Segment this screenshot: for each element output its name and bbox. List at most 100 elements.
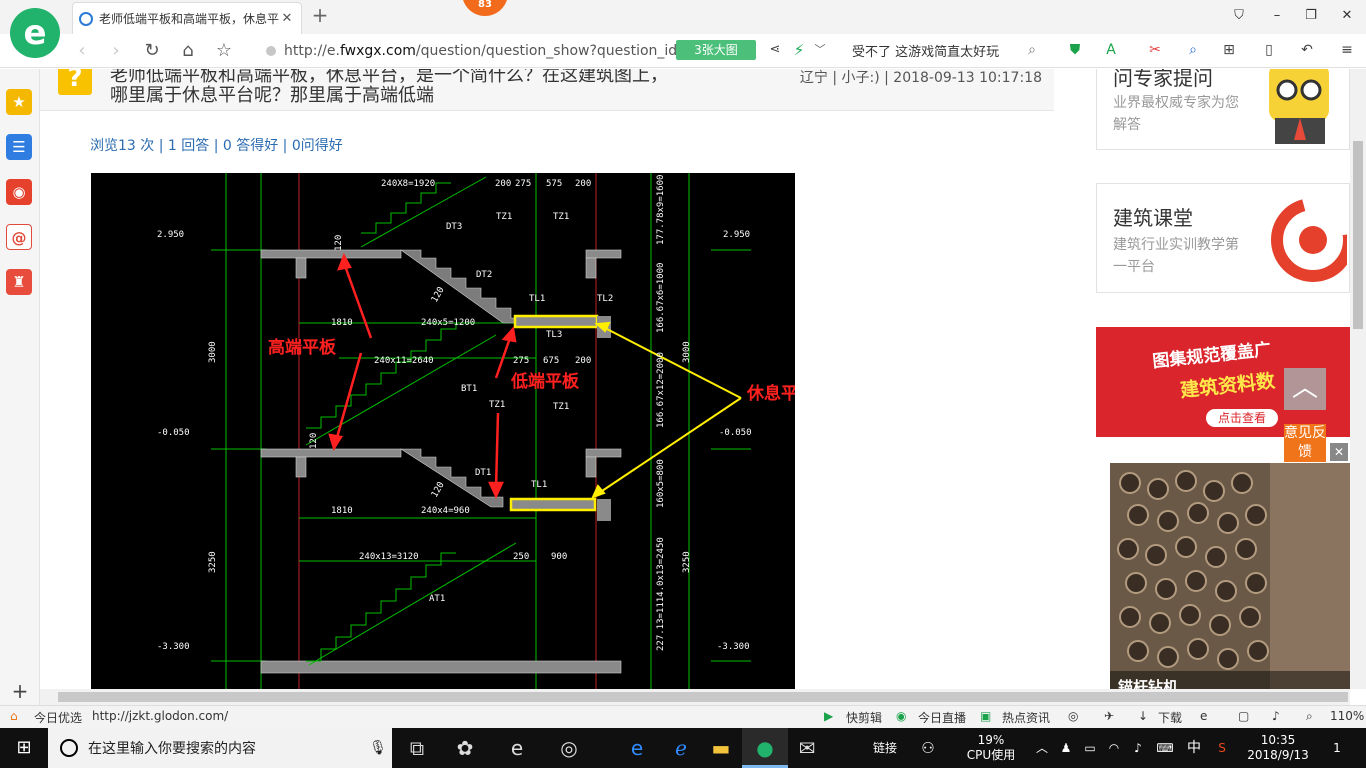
notification-badge[interactable]: 83 xyxy=(462,0,508,16)
tab-active[interactable]: 老师低端平板和高端平板，休息平 ✕ xyxy=(72,2,302,34)
edge-app-icon[interactable]: e xyxy=(614,728,660,768)
screenshot-scissors-icon[interactable]: ✂ xyxy=(1144,40,1166,60)
photo-ad[interactable]: 锚杆钻机 广告 xyxy=(1110,463,1350,689)
game-controller-icon[interactable]: ♜ xyxy=(6,269,32,295)
expert-title: 问专家提问 xyxy=(1113,69,1213,90)
favorite-star-button[interactable]: ☆ xyxy=(212,39,236,63)
close-window-button[interactable]: ✕ xyxy=(1336,6,1358,26)
mail-app-icon[interactable]: ✉ xyxy=(784,728,830,768)
reading-list-icon[interactable]: ☰ xyxy=(6,134,32,160)
live-link[interactable]: 今日直播 xyxy=(918,709,966,726)
file-explorer-icon[interactable]: ▬ xyxy=(698,728,744,768)
ad-close-button[interactable]: ✕ xyxy=(1330,443,1348,461)
sound-icon[interactable]: ♪ xyxy=(1272,709,1280,723)
sogou-ime-icon[interactable]: S xyxy=(1212,728,1232,768)
elevation-text: -3.300 xyxy=(717,642,750,652)
video-edit-link[interactable]: 快剪辑 xyxy=(846,709,882,726)
expert-mascot-icon xyxy=(1269,69,1329,144)
tray-expand-icon[interactable]: ︿ xyxy=(1032,728,1052,768)
back-to-top-button[interactable]: ︿ xyxy=(1284,368,1326,410)
pin-icon[interactable]: ✈ xyxy=(1104,709,1114,723)
windows-search-box[interactable]: 在这里输入你要搜索的内容 🎙 xyxy=(48,728,392,768)
dim-text: 177.78x9=1600 xyxy=(656,175,666,245)
keyboard-icon[interactable]: ⌨ xyxy=(1152,728,1178,768)
tab-close-icon[interactable]: ✕ xyxy=(279,11,295,26)
video-edit-icon[interactable]: ▶ xyxy=(824,709,833,723)
windows-search-input[interactable]: 在这里输入你要搜索的内容 xyxy=(88,738,364,758)
gift-icon[interactable]: ⌂ xyxy=(10,709,18,723)
task-view-icon[interactable]: ⧉ xyxy=(394,728,440,768)
course-card[interactable]: 建筑课堂 建筑行业实训教学第一平台 xyxy=(1096,183,1350,293)
notification-count: 1 xyxy=(1333,741,1341,755)
download-icon[interactable]: ↓ xyxy=(1138,709,1148,723)
live-icon[interactable]: ◉ xyxy=(896,709,906,723)
battery-icon[interactable]: ▭ xyxy=(1080,728,1100,768)
search-input[interactable]: 受不了 这游戏简直太好玩 xyxy=(846,41,1022,60)
new-tab-button[interactable]: + xyxy=(308,4,332,28)
tray-app-icon[interactable]: ♟ xyxy=(1056,728,1076,768)
favorites-star-icon[interactable]: ★ xyxy=(6,89,32,115)
vertical-scrollbar[interactable] xyxy=(1350,69,1366,689)
action-center-icon[interactable]: 1 xyxy=(1322,728,1352,768)
start-button[interactable]: ⊞ xyxy=(0,728,48,768)
microphone-icon[interactable]: 🎙 xyxy=(364,740,392,756)
security-shield-icon[interactable]: ⛊ xyxy=(1064,40,1086,60)
browser-chrome-app-icon[interactable]: ◎ xyxy=(546,728,592,768)
feedback-button[interactable]: 意见反馈 xyxy=(1284,424,1326,462)
browser-accel-icon[interactable]: ◎ xyxy=(1068,709,1078,723)
back-button[interactable]: ‹ xyxy=(70,39,94,63)
search-box[interactable]: 受不了 这游戏简直太好玩 ⌕ xyxy=(846,38,1042,62)
menu-icon[interactable]: ≡ xyxy=(1336,40,1358,60)
find-icon[interactable]: ⌕ xyxy=(1182,40,1204,60)
today-picks-link[interactable]: 今日优选 xyxy=(34,709,82,726)
site-info-icon[interactable] xyxy=(266,46,276,56)
horizontal-scroll-thumb[interactable] xyxy=(58,692,1348,702)
browser-logo-icon[interactable]: e xyxy=(10,8,60,58)
url-text[interactable]: http://e.fwxgx.com/question/question_sho… xyxy=(284,43,676,59)
active-browser-app-icon[interactable]: ● xyxy=(742,728,788,768)
address-dropdown-icon[interactable]: ﹀ xyxy=(812,40,828,60)
link-toolbar[interactable]: 链接 xyxy=(864,728,906,768)
vertical-scroll-thumb[interactable] xyxy=(1353,141,1363,329)
download-link[interactable]: 下载 xyxy=(1158,709,1182,726)
browser-e-app-icon[interactable]: e xyxy=(494,728,540,768)
mobile-icon[interactable]: ▯ xyxy=(1258,40,1280,60)
undo-close-icon[interactable]: ↶ xyxy=(1296,40,1318,60)
volume-icon[interactable]: ♪ xyxy=(1128,728,1148,768)
course-subtitle: 建筑行业实训教学第一平台 xyxy=(1113,237,1239,275)
view-images-button[interactable]: 3张大图 xyxy=(676,40,756,60)
sidebar-add-icon[interactable]: + xyxy=(10,681,30,701)
zoom-level[interactable]: 110% xyxy=(1330,709,1364,723)
people-icon[interactable]: ⚇ xyxy=(910,728,946,768)
share-icon[interactable]: ⋖ xyxy=(766,40,784,60)
news-link[interactable]: 热点资讯 xyxy=(1002,709,1050,726)
home-button[interactable]: ⌂ xyxy=(176,39,200,63)
minimize-button[interactable]: – xyxy=(1266,6,1288,26)
ask-expert-card[interactable]: 问专家提问 业界最权威专家为您解答 xyxy=(1096,69,1350,150)
news-icon[interactable]: ▣ xyxy=(980,709,991,723)
zoom-icon[interactable]: ⌕ xyxy=(1306,709,1313,724)
reload-button[interactable]: ↻ xyxy=(140,39,164,63)
speed-mode-icon[interactable]: ⚡ xyxy=(790,40,808,60)
clock[interactable]: 10:35 2018/9/13 xyxy=(1240,728,1316,768)
horizontal-scrollbar[interactable] xyxy=(40,689,1350,705)
email-icon[interactable]: @ xyxy=(6,224,32,250)
pinwheel-app-icon[interactable]: ✿ xyxy=(442,728,488,768)
dim-text: 240x4=960 xyxy=(421,506,470,516)
ime-indicator[interactable]: 中 xyxy=(1184,728,1204,768)
weibo-icon[interactable]: ◉ xyxy=(6,179,32,205)
cpu-monitor[interactable]: 19% CPU使用 xyxy=(956,728,1026,768)
translate-icon[interactable]: A xyxy=(1100,40,1122,60)
skin-icon[interactable]: ⛉ xyxy=(1228,6,1250,26)
cortana-icon[interactable] xyxy=(60,739,78,757)
search-icon[interactable]: ⌕ xyxy=(1022,42,1042,58)
ie-mode-icon[interactable]: e xyxy=(1200,709,1207,723)
expert-subtitle: 业界最权威专家为您解答 xyxy=(1113,95,1239,133)
apps-grid-icon[interactable]: ⊞ xyxy=(1218,40,1240,60)
maximize-button[interactable]: ❐ xyxy=(1300,6,1322,26)
wifi-icon[interactable]: ◠ xyxy=(1104,728,1124,768)
forward-button[interactable]: › xyxy=(104,39,128,63)
window-icon[interactable]: ▢ xyxy=(1238,709,1249,723)
banner-view-button[interactable]: 点击查看 xyxy=(1206,409,1278,427)
question-stats[interactable]: 浏览13 次 | 1 回答 | 0 答得好 | 0问得好 xyxy=(90,135,343,155)
